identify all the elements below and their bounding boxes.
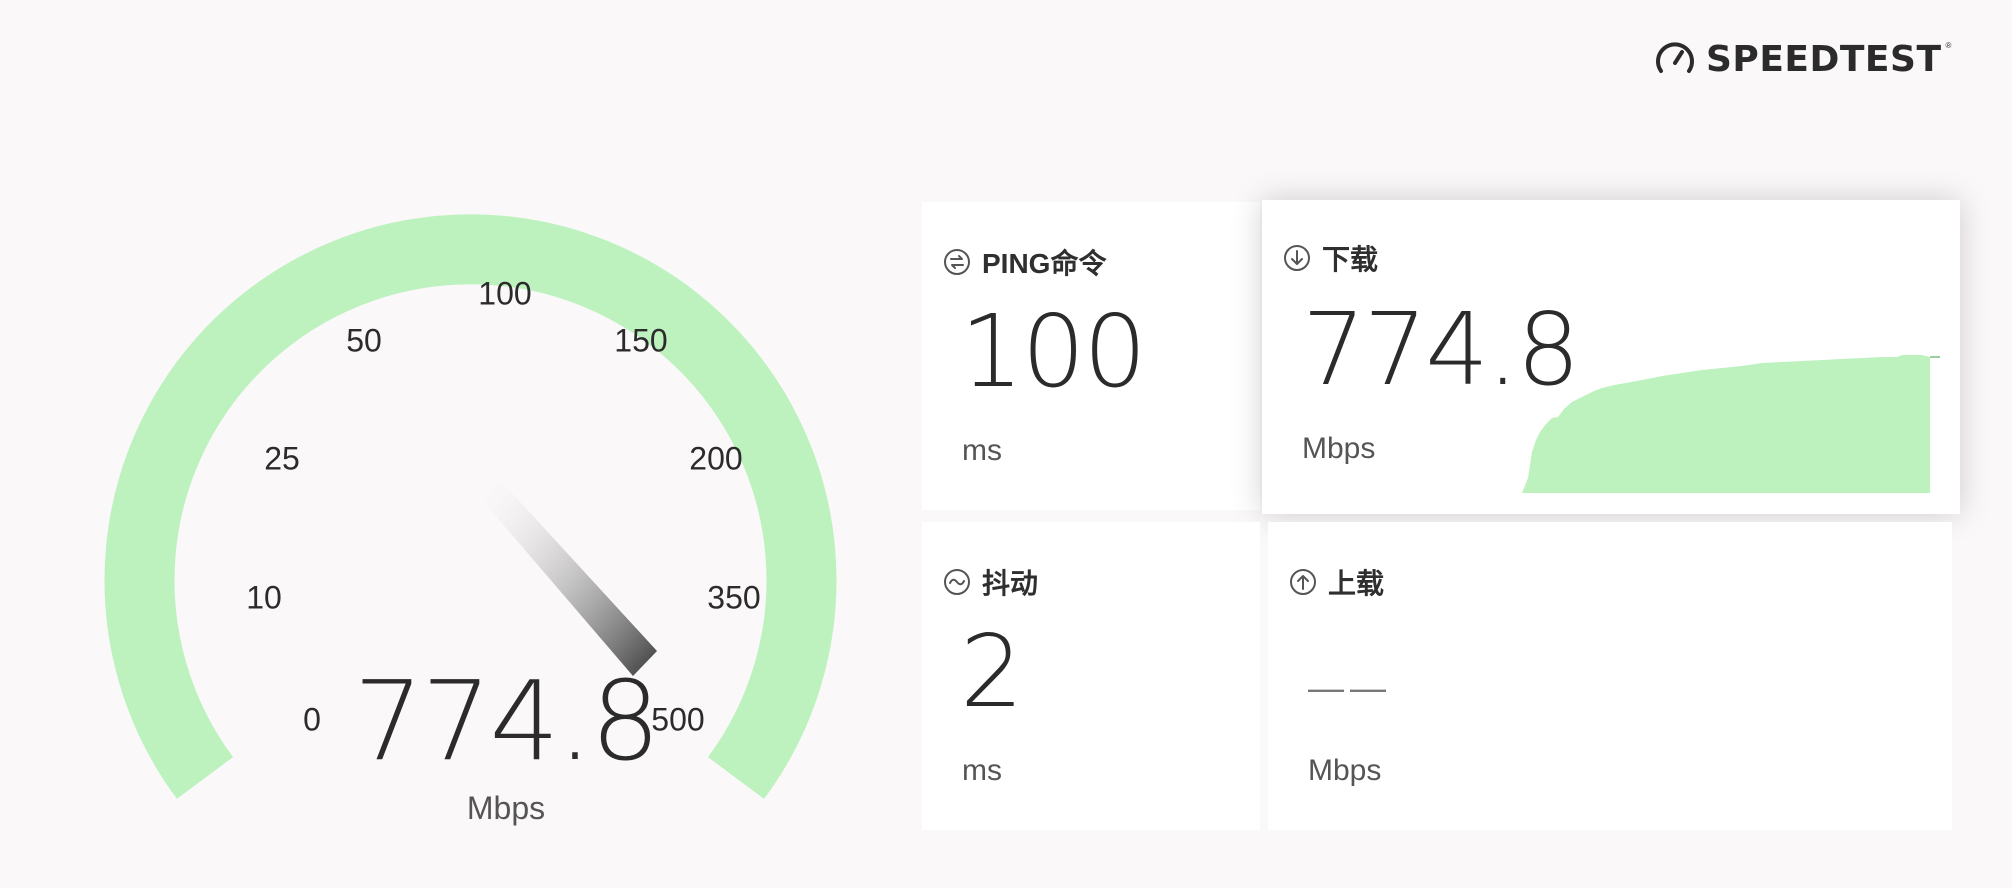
jitter-value: 2 bbox=[960, 613, 1024, 730]
gauge-needle bbox=[482, 480, 657, 676]
gauge-tick-50: 50 bbox=[346, 322, 382, 359]
jitter-unit: ms bbox=[962, 754, 1002, 787]
download-label: 下载 bbox=[1322, 244, 1379, 275]
brand-name: SPEEDTEST bbox=[1706, 38, 1942, 80]
gauge-tick-100: 100 bbox=[478, 275, 532, 312]
jitter-wave-icon bbox=[944, 569, 970, 595]
ping-card: PING命令 100 ms bbox=[922, 202, 1260, 510]
ping-value: 100 bbox=[960, 293, 1147, 410]
ping-unit: ms bbox=[962, 434, 1002, 467]
ping-label: PING命令 bbox=[982, 248, 1107, 279]
speedtest-result-page: SPEEDTEST ® 0 10 25 50 100 150 200 350 5… bbox=[0, 0, 2012, 888]
gauge-tick-0: 0 bbox=[303, 701, 321, 738]
brand-trademark: ® bbox=[1945, 40, 1952, 50]
upload-arrow-icon bbox=[1290, 569, 1316, 595]
gauge-speed-unit: Mbps bbox=[466, 790, 546, 826]
download-speed-graph bbox=[1522, 355, 1940, 493]
download-card: 下载 774.8 Mbps bbox=[1262, 200, 1960, 514]
jitter-card-header: 抖动 bbox=[942, 562, 1038, 602]
speedtest-logo: SPEEDTEST ® bbox=[1654, 38, 1957, 80]
gauge-tick-500: 500 bbox=[651, 701, 705, 738]
ping-icon bbox=[944, 249, 970, 275]
speed-gauge: 0 10 25 50 100 150 200 350 500 774.8 Mbp… bbox=[0, 0, 900, 888]
jitter-card: 抖动 2 ms bbox=[922, 522, 1260, 830]
gauge-tick-350: 350 bbox=[707, 579, 761, 616]
download-graph-area bbox=[1522, 355, 1930, 493]
download-arrow-icon bbox=[1284, 245, 1310, 271]
gauge-speed-value: 774.8 bbox=[353, 657, 661, 785]
upload-card: 上载 —— Mbps bbox=[1268, 522, 1952, 830]
gauge-tick-25: 25 bbox=[264, 440, 300, 477]
gauge-tick-200: 200 bbox=[689, 440, 743, 477]
upload-card-header: 上载 bbox=[1288, 562, 1384, 602]
speedometer-icon bbox=[1656, 42, 1694, 73]
upload-unit: Mbps bbox=[1308, 754, 1382, 787]
download-unit: Mbps bbox=[1302, 432, 1376, 465]
download-card-header: 下载 bbox=[1282, 238, 1378, 278]
jitter-label: 抖动 bbox=[982, 568, 1039, 599]
gauge-tick-150: 150 bbox=[614, 322, 668, 359]
upload-value: —— bbox=[1308, 667, 1392, 708]
upload-label: 上载 bbox=[1328, 568, 1385, 599]
ping-card-header: PING命令 bbox=[942, 242, 1106, 282]
gauge-tick-10: 10 bbox=[246, 579, 282, 616]
